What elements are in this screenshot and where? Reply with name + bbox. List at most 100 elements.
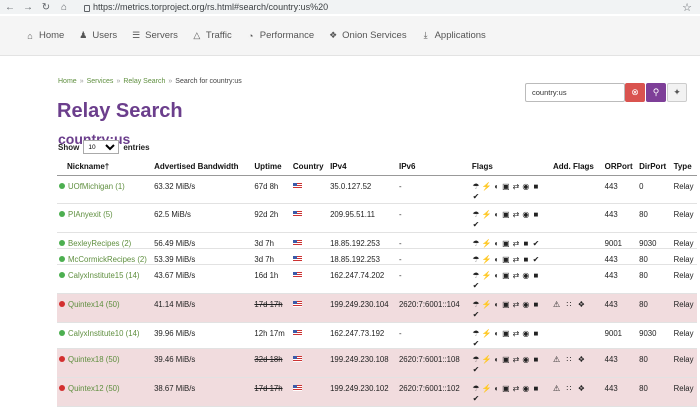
col-add-flags[interactable]: Add. Flags: [549, 158, 602, 176]
table-row[interactable]: CalyxInstitute10 (14) 39.96 MiB/s 12h 17m 1…: [57, 322, 697, 349]
additional-flags: [553, 323, 599, 329]
col-country[interactable]: Country: [289, 158, 328, 176]
us-flag-icon: [292, 272, 302, 279]
ipv6-address: 2620:7:6001::102: [398, 383, 460, 393]
status-indicator-icon: [59, 211, 65, 218]
nav-item-traffic[interactable]: △ Traffic: [192, 30, 231, 41]
family-count-link[interactable]: (50): [106, 355, 120, 364]
table-row[interactable]: CalyxInstitute15 (14) 43.67 MiB/s 16d 1h 16…: [57, 264, 697, 294]
advanced-search-button[interactable]: ✦: [667, 83, 687, 102]
breadcrumb-home[interactable]: Home: [58, 78, 77, 85]
relay-flag-icon: ◖: [493, 209, 499, 219]
table-row[interactable]: McCormickRecipes (2) 53.39 MiB/s 3d 7h 18.8…: [57, 248, 697, 265]
table-row[interactable]: UOfMichigan (1) 63.32 MiB/s 67d 8h 35.0.127…: [57, 175, 697, 204]
col-uptime[interactable]: Uptime: [251, 158, 290, 176]
us-flag-icon: [292, 356, 302, 363]
col-flags[interactable]: Flags: [468, 158, 550, 176]
family-count-link[interactable]: (14): [126, 271, 140, 280]
breadcrumb-relay-search[interactable]: Relay Search: [123, 78, 165, 85]
col-orport[interactable]: ORPort: [601, 158, 637, 176]
search-input[interactable]: country:us: [525, 83, 625, 102]
address-bar-url[interactable]: https://metrics.torproject.org/rs.html#s…: [93, 2, 328, 12]
relay-flag-icon: ◖: [493, 238, 499, 248]
relay-flag-icon: ▣: [502, 383, 510, 393]
relay-flag-icon: ☂: [472, 254, 480, 264]
relay-flags: ☂ ⚡ ◖ ▣ ⇄ ◉ ■ ✔: [472, 176, 544, 201]
relay-flag-icon: ☂: [472, 209, 480, 219]
dirport: 80: [639, 270, 648, 280]
col-ipv6[interactable]: IPv6: [395, 158, 469, 176]
relay-nickname-link[interactable]: BexleyRecipes: [68, 239, 120, 248]
relay-flag-icon: ▣: [502, 238, 510, 248]
relay-flag-icon: ⚡: [481, 209, 492, 219]
home-icon[interactable]: ⌂: [58, 2, 70, 13]
relay-nickname-link[interactable]: Quintex12: [68, 384, 104, 393]
relay-flag-icon: ⇄: [512, 181, 520, 191]
reload-icon[interactable]: ↻: [40, 2, 52, 13]
relay-flag-icon: ◖: [493, 383, 499, 393]
table-row[interactable]: Quintex18 (50) 39.46 MiB/s 32d 18h 199.249.…: [57, 348, 697, 378]
family-count-link[interactable]: (50): [106, 300, 120, 309]
family-count-link[interactable]: (14): [126, 329, 140, 338]
uptime: 3d 7h: [254, 238, 274, 248]
table-row[interactable]: Quintex12 (50) 38.67 MiB/s 17d 17h 199.249.…: [57, 377, 697, 407]
relay-flag-icon: ⚡: [481, 354, 492, 364]
entries-select[interactable]: 10: [83, 140, 120, 154]
relay-flag-icon: ◖: [493, 354, 499, 364]
relay-nickname-link[interactable]: Quintex18: [68, 355, 104, 364]
forward-arrow-icon[interactable]: →: [22, 2, 34, 13]
advertised-bandwidth: 43.67 MiB/s: [154, 270, 196, 280]
col-dirport[interactable]: DirPort: [636, 158, 671, 176]
nav-item-users[interactable]: ♟ Users: [78, 30, 117, 41]
nav-item-performance[interactable]: ◔ Performance: [246, 30, 314, 41]
relay-nickname-link[interactable]: CalyxInstitute15: [68, 271, 123, 280]
family-count-link[interactable]: (2): [137, 255, 147, 264]
family-count-link[interactable]: (1): [115, 182, 125, 191]
relay-flag-icon: ✔: [532, 254, 540, 264]
nav-item-onion-services[interactable]: ❖ Onion Services: [328, 30, 406, 41]
col-ipv4[interactable]: IPv4: [327, 158, 396, 176]
additional-flags: ⚠ ∷ ❖: [552, 354, 587, 364]
relay-flag-icon: ■: [533, 209, 539, 219]
download-icon: ⤓: [423, 30, 428, 40]
col-type[interactable]: Type: [670, 158, 697, 176]
nav-item-servers[interactable]: ☰ Servers: [131, 30, 178, 41]
uptime: 67d 8h: [254, 181, 279, 191]
additional-flags: ⚠ ∷ ❖: [552, 299, 587, 309]
ipv6-address: -: [398, 209, 402, 219]
family-count-link[interactable]: (2): [122, 239, 132, 248]
relay-flag-icon: ◖: [493, 254, 499, 264]
relay-nickname-link[interactable]: McCormickRecipes: [68, 255, 135, 264]
family-count-link[interactable]: (5): [103, 210, 113, 219]
col-bandwidth[interactable]: Advertised Bandwidth: [151, 158, 252, 176]
search-button[interactable]: ⚲: [646, 83, 666, 102]
orport: 9001: [604, 238, 623, 248]
relay-nickname-link[interactable]: CalyxInstitute10: [68, 329, 123, 338]
nav-item-applications[interactable]: ⤓ Applications: [421, 30, 486, 41]
ipv4-address: 18.85.192.253: [330, 238, 380, 248]
address-bar[interactable]: https://metrics.torproject.org/rs.html#s…: [84, 2, 328, 12]
table-row[interactable]: Quintex14 (50) 41.14 MiB/s 17d 17h 199.249.…: [57, 293, 697, 323]
status-indicator-icon: [59, 385, 65, 392]
relay-type: Relay: [673, 299, 694, 309]
relay-flag-icon: ✔: [532, 238, 540, 248]
signpost-icon: ❖: [329, 30, 338, 40]
relay-flag-icon: ◉: [522, 270, 530, 280]
back-arrow-icon[interactable]: ←: [4, 2, 16, 13]
status-indicator-icon: [59, 240, 65, 247]
table-row[interactable]: BexleyRecipes (2) 56.49 MiB/s 3d 7h 18.85.1…: [57, 232, 697, 249]
relay-flag-icon: ⇄: [512, 383, 520, 393]
clear-search-button[interactable]: ⊗: [625, 83, 645, 102]
lock-icon: [84, 4, 90, 12]
relay-nickname-link[interactable]: Quintex14: [68, 300, 104, 309]
family-count-link[interactable]: (50): [106, 384, 120, 393]
breadcrumb-current: Search for country:us: [175, 78, 242, 85]
dirport: 80: [639, 254, 648, 264]
relay-nickname-link[interactable]: UOfMichigan: [68, 182, 113, 191]
bookmark-star-icon[interactable]: ☆: [682, 1, 692, 14]
col-nickname[interactable]: Nickname†: [57, 158, 152, 176]
nav-item-home[interactable]: ⌂ Home: [25, 30, 64, 41]
breadcrumb-services[interactable]: Services: [87, 78, 114, 85]
relay-nickname-link[interactable]: PIAnyexit: [68, 210, 101, 219]
table-row[interactable]: PIAnyexit (5) 62.5 MiB/s 92d 2h 209.95.51.1…: [57, 203, 697, 233]
